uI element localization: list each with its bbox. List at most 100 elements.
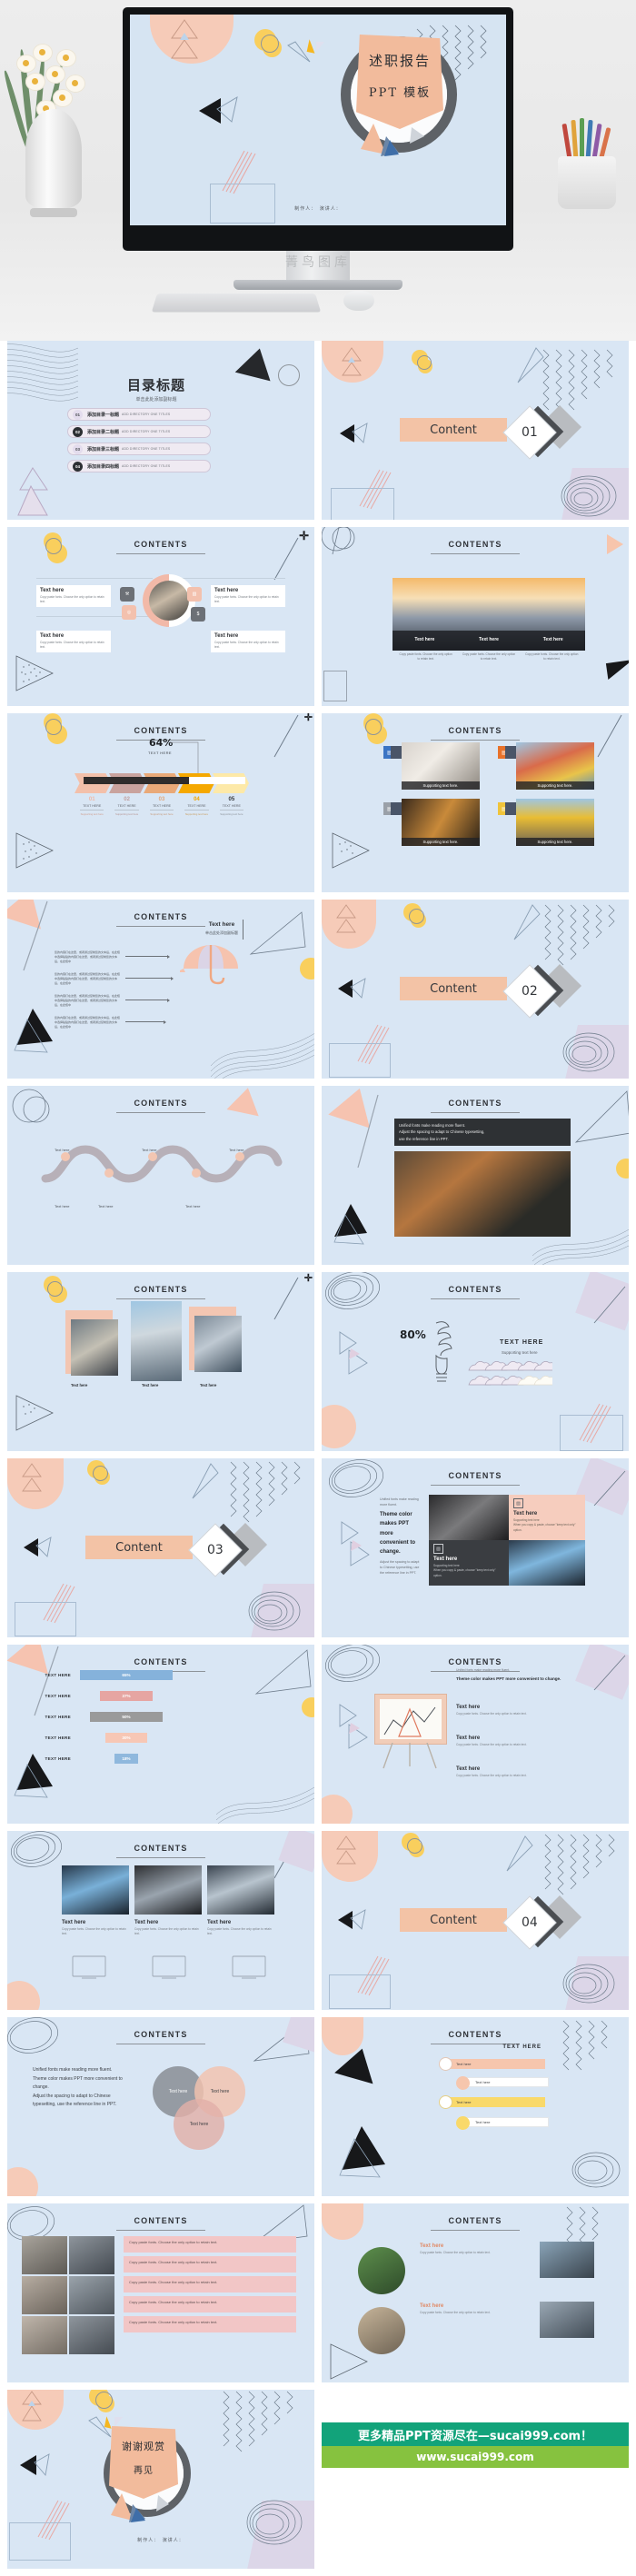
funnel-step-label: TEXT HERE — [149, 804, 174, 811]
slide-city-cards[interactable]: CONTENTS Text here Copy paste fonts. Cho… — [7, 1831, 314, 2010]
venn-line-1: Unified fonts make reading more fluent. — [33, 2067, 113, 2073]
pink-bar-1 — [124, 2236, 296, 2253]
slide-toc[interactable]: 目录标题 单击此处添加副标题 01 添加目录一标题 ADD DIRECTORY … — [7, 341, 314, 520]
promo-banner-primary[interactable]: 更多精品PPT资源尽在—sucai999.com！ — [322, 2422, 629, 2446]
item-body: Copy paste fonts. Choose the only option… — [420, 2311, 491, 2314]
toc-label-cn: 添加目录四标题 — [87, 463, 120, 470]
bar-row-4: TEXT HERE 30% — [24, 1733, 296, 1743]
mosaic-photo-1 — [22, 2236, 67, 2274]
slide-row: CONTENTS ✛ 64% TEXT HERE 01 TEXT HERE Su… — [0, 713, 636, 900]
cloud-rating — [468, 1361, 552, 1386]
slide-three-photos[interactable]: CONTENTS ✛ Text here Text here Text here — [7, 1272, 314, 1451]
slide-section-03[interactable]: Content 03 — [7, 1458, 314, 1637]
mosaic-photo-5 — [22, 2316, 67, 2354]
card-title: Text here — [513, 1511, 538, 1517]
toc-label-en: ADD DIRECTORY ONE TITLES — [122, 430, 171, 433]
slide-row: 目录标题 单击此处添加副标题 01 添加目录一标题 ADD DIRECTORY … — [0, 341, 636, 527]
slide-tag-list[interactable]: CONTENTS TEXT HERE Text here Text here T… — [322, 2017, 629, 2196]
side-photo-2 — [540, 2302, 594, 2338]
pink-bar-label-3: Copy paste fonts. Choose the only option… — [129, 2280, 218, 2284]
side-photo-1 — [540, 2242, 594, 2278]
text-here-label: Text here — [208, 921, 235, 928]
toc-label-en: ADD DIRECTORY ONE TITLES — [122, 464, 171, 468]
section-number: 01 — [522, 424, 538, 440]
tag-item-4[interactable]: Text here — [456, 2116, 549, 2130]
photo-label-3: Text here — [200, 1383, 217, 1387]
slide-bar-chart[interactable]: CONTENTS TEXT HERE 65% TEXT HERE 37% TEX… — [7, 1645, 314, 1824]
slide-photo-grid[interactable]: CONTENTS ▤ Supporting text here. ▤ Suppo… — [322, 713, 629, 892]
item-body: Copy paste fonts. Choose the only option… — [456, 1712, 527, 1716]
decorative-vase — [25, 109, 82, 209]
item-title: Text here — [456, 1705, 481, 1710]
mouse-prop — [343, 291, 374, 311]
tag-item-1[interactable]: Text here — [439, 2057, 545, 2071]
slide-easel[interactable]: CONTENTS Unified fonts make reading more… — [322, 1645, 629, 1824]
bulb-percent: 80% — [400, 1328, 426, 1341]
city-photo-3 — [207, 1865, 274, 1915]
slide-panorama[interactable]: CONTENTS Text here Text here Text here C… — [322, 527, 629, 706]
text-here-label: Text here — [40, 633, 65, 639]
slide-section-04[interactable]: Content 04 — [322, 1831, 629, 2010]
slide-row: CONTENTS TEXT HERE 65% TEXT HERE 37% TEX… — [0, 1645, 636, 1831]
easel-item-2: Text here Copy paste fonts. Choose the o… — [456, 1736, 583, 1747]
card-bullet-2: When you copy & paste, choose "keep text… — [513, 1523, 576, 1532]
slide-funnel[interactable]: CONTENTS ✛ 64% TEXT HERE 01 TEXT HERE Su… — [7, 713, 314, 892]
slide-thank-you[interactable]: 谢谢观赏 再见 制作人： 演讲人： — [7, 2390, 314, 2569]
umbrella-graphic — [180, 945, 238, 985]
bar-category: TEXT HERE — [45, 1736, 71, 1740]
toc-item-4[interactable]: 04 添加目录四标题 ADD DIRECTORY ONE TITLES — [67, 460, 211, 472]
tools-icon: ⚒ — [120, 587, 134, 602]
card-title: Text here — [134, 1920, 159, 1925]
slide-timeline-wave[interactable]: CONTENTS Text here Text here Text here T… — [7, 1086, 314, 1265]
chart-icon: ▨ — [513, 1498, 523, 1508]
promo-banner-url[interactable]: www.sucai999.com — [322, 2446, 629, 2468]
photo-caption: Supporting text here. — [516, 781, 594, 790]
slide-row: Content 03 CONTENTS Unified fonts make r… — [0, 1458, 636, 1645]
slide-photo-mosaic[interactable]: CONTENTS Copy paste fonts. Choose the on… — [7, 2203, 314, 2382]
toc-heading: 目录标题 单击此处添加副标题 — [127, 375, 185, 403]
slide-row: CONTENTS Copy paste fonts. Choose the on… — [0, 2203, 636, 2390]
item-title: Text here — [456, 1736, 481, 1741]
monitor-mockup: 述职报告 PPT 模板 制作人： 演讲人： — [123, 7, 513, 290]
stock-watermark: 菁鸟图库 — [285, 255, 351, 270]
hero-preview: 述职报告 PPT 模板 制作人： 演讲人： 菁鸟图库 — [0, 0, 636, 341]
slide-four-quadrant[interactable]: CONTENTS ✛ Text here Copy paste fonts. C… — [7, 527, 314, 706]
bar-value: 50% — [90, 1712, 163, 1722]
pencil-cup-prop — [554, 118, 621, 209]
tag-label: Text here — [456, 2100, 472, 2104]
quadrant-text-3: Text here Copy paste fonts. Choose the o… — [211, 585, 285, 607]
funnel-step-sub: Supporting text here — [184, 812, 209, 816]
slide-section-02[interactable]: Content 02 — [322, 900, 629, 1079]
toc-item-1[interactable]: 01 添加目录一标题 ADD DIRECTORY ONE TITLES — [67, 408, 211, 421]
center-photo — [149, 581, 189, 621]
item-body: Copy paste fonts. Choose the only option… — [420, 2251, 491, 2254]
plus-icon: ✛ — [303, 1273, 313, 1284]
burano-photo: Supporting text here. — [516, 742, 594, 790]
toc-item-3[interactable]: 03 添加目录三标题 ADD DIRECTORY ONE TITLES — [67, 443, 211, 455]
slide-round-photos[interactable]: CONTENTS Text here Copy paste fonts. Cho… — [322, 2203, 629, 2382]
slide-row: CONTENTS Text here Text here Text here T… — [0, 1086, 636, 1272]
tag-item-3[interactable]: Text here — [439, 2095, 545, 2109]
slide-venn[interactable]: CONTENTS Unified fonts make reading more… — [7, 2017, 314, 2196]
timeline-label-6: Text here — [55, 1204, 70, 1208]
section-bar: Content — [400, 977, 507, 1000]
venn-paragraph: Unified fonts make reading more fluent. … — [33, 2066, 131, 2110]
city-photo-1 — [62, 1865, 129, 1915]
bulb-title: TEXT HERE — [500, 1339, 544, 1346]
slide-umbrella[interactable]: CONTENTS Text here 单击此处添加副标题 您的内容打在这里，或者… — [7, 900, 314, 1079]
pink-bar-label-2: Copy paste fonts. Choose the only option… — [129, 2260, 218, 2264]
section-number: 04 — [522, 1915, 538, 1930]
toc-item-2[interactable]: 02 添加目录二标题 ADD DIRECTORY ONE TITLES — [67, 425, 211, 438]
slide-dark-quote-photo[interactable]: CONTENTS Unified fonts make reading more… — [322, 1086, 629, 1265]
wave-timeline — [41, 1145, 283, 1183]
quote-line-1: Unified fonts make reading more fluent. — [399, 1123, 466, 1128]
bar-value: 37% — [100, 1691, 153, 1701]
funnel-step-label: TEXT HERE — [219, 804, 244, 811]
slide-bulb-80[interactable]: CONTENTS 80% TEXT HERE Supporting text h… — [322, 1272, 629, 1451]
tag-item-2[interactable]: Text here — [456, 2076, 549, 2090]
slide-section-01[interactable]: Content 01 — [322, 341, 629, 520]
funnel-step-number: 04 — [194, 797, 200, 802]
dark-quote-box: Unified fonts make reading more fluent. … — [394, 1119, 571, 1147]
lightbulb-icon — [435, 1321, 452, 1382]
slide-theme-color[interactable]: CONTENTS Unified fonts make reading more… — [322, 1458, 629, 1637]
